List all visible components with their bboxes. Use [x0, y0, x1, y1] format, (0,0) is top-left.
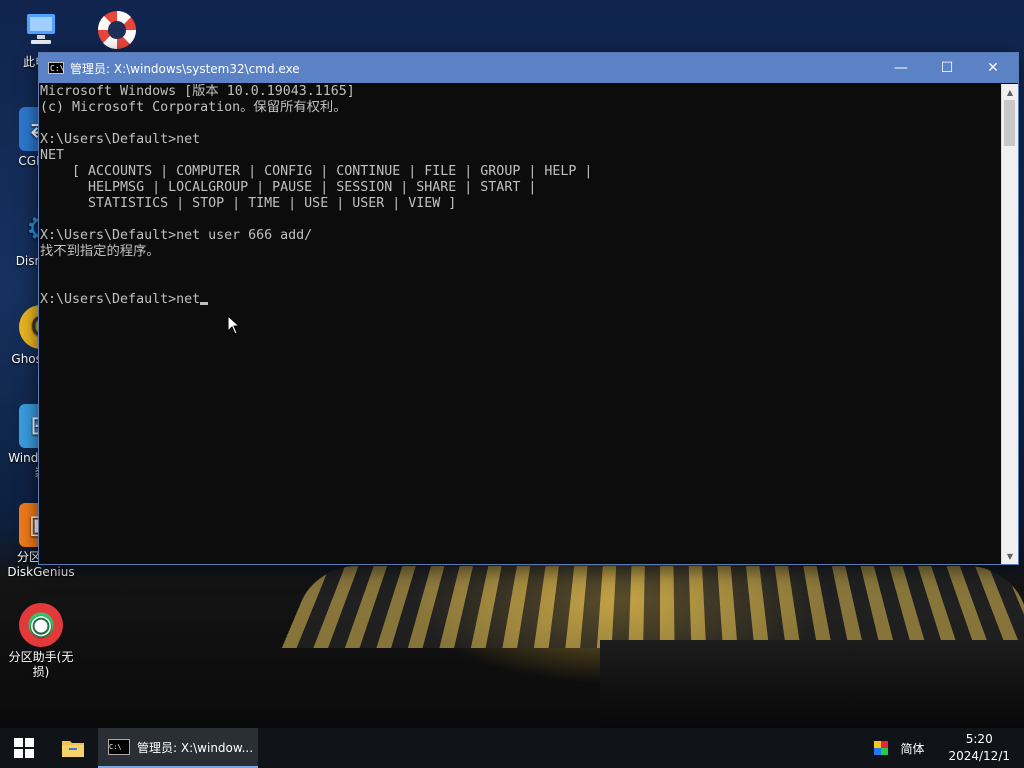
- clock-time: 5:20: [948, 731, 1010, 748]
- partition-assistant-icon: ◉: [19, 603, 63, 647]
- desktop-icon-partition-assistant[interactable]: ◉ 分区助手(无损): [3, 603, 79, 680]
- title-bar[interactable]: C:\ 管理员: X:\windows\system32\cmd.exe — ☐…: [39, 53, 1018, 83]
- lifebuoy-icon: [95, 8, 139, 52]
- window-title: 管理员: X:\windows\system32\cmd.exe: [70, 60, 878, 77]
- clock[interactable]: 5:20 2024/12/1: [948, 731, 1010, 765]
- console-line: NET: [40, 148, 64, 163]
- start-button[interactable]: [0, 728, 48, 768]
- cmd-app-icon: C:\: [108, 739, 130, 755]
- wallpaper-tunnel: [282, 566, 1024, 648]
- clock-date: 2024/12/1: [948, 748, 1010, 765]
- cmd-app-icon: C:\: [48, 62, 64, 74]
- folder-icon: [61, 738, 85, 758]
- console-line: (c) Microsoft Corporation。保留所有权利。: [40, 100, 347, 115]
- computer-icon: [19, 8, 63, 52]
- console-line: X:\Users\Default>net: [40, 292, 200, 307]
- text-cursor: [200, 302, 208, 305]
- ime-icon[interactable]: [874, 741, 888, 755]
- taskbar-task-label: 管理员: X:\window...: [137, 739, 253, 756]
- console-line: X:\Users\Default>net: [40, 132, 200, 147]
- windows-logo-icon: [14, 738, 34, 758]
- file-explorer-button[interactable]: [48, 728, 98, 768]
- console-output[interactable]: Microsoft Windows [版本 10.0.19043.1165] (…: [39, 84, 1001, 564]
- system-tray: 简体 5:20 2024/12/1: [874, 728, 1024, 768]
- scroll-thumb[interactable]: [1004, 100, 1015, 146]
- ime-mode-indicator[interactable]: 简体: [900, 740, 924, 757]
- vertical-scrollbar[interactable]: ▲ ▼: [1001, 84, 1018, 564]
- taskbar-cmd-button[interactable]: C:\ 管理员: X:\window...: [98, 728, 258, 768]
- desktop-icon-label: 分区助手(无损): [3, 650, 79, 680]
- console-text: Microsoft Windows [版本 10.0.19043.1165] (…: [39, 84, 1001, 308]
- scroll-up-arrow-icon[interactable]: ▲: [1002, 84, 1018, 100]
- console-line: STATISTICS | STOP | TIME | USE | USER | …: [40, 196, 456, 211]
- scroll-down-arrow-icon[interactable]: ▼: [1002, 548, 1018, 564]
- console-line: 找不到指定的程序。: [40, 244, 160, 259]
- minimize-button[interactable]: —: [878, 53, 924, 83]
- console-line: HELPMSG | LOCALGROUP | PAUSE | SESSION |…: [40, 180, 536, 195]
- maximize-button[interactable]: ☐: [924, 53, 970, 83]
- console-line: X:\Users\Default>net user 666 add/: [40, 228, 312, 243]
- taskbar: C:\ 管理员: X:\window... 简体 5:20 2024/12/1: [0, 728, 1024, 768]
- console-line: Microsoft Windows [版本 10.0.19043.1165]: [40, 84, 355, 99]
- cmd-window[interactable]: C:\ 管理员: X:\windows\system32\cmd.exe — ☐…: [38, 52, 1019, 565]
- desktop-icon-lifebuoy[interactable]: [79, 8, 155, 55]
- wallpaper-road: [600, 640, 1024, 728]
- console-line: [ ACCOUNTS | COMPUTER | CONFIG | CONTINU…: [40, 164, 592, 179]
- mouse-pointer-icon: [227, 315, 241, 335]
- close-button[interactable]: ✕: [970, 53, 1016, 83]
